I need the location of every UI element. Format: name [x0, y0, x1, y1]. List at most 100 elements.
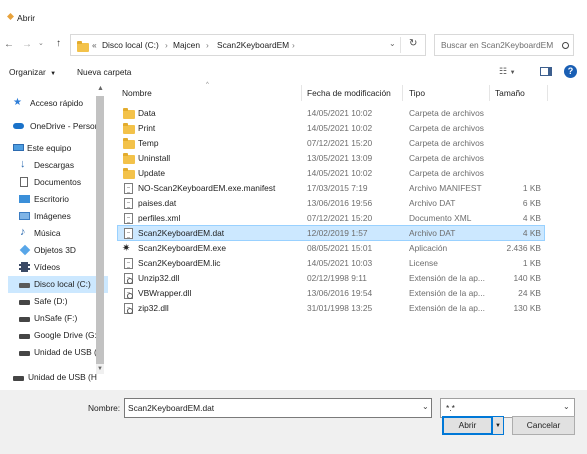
file-type: Carpeta de archivos: [409, 123, 484, 133]
sidebar-item-usb-drive[interactable]: Unidad de USB (: [8, 344, 108, 361]
chevron-right-icon[interactable]: ›: [206, 40, 209, 50]
organize-button[interactable]: Organizar ▼: [9, 67, 56, 77]
sidebar-item-videos[interactable]: Vídeos: [8, 259, 108, 276]
sidebar-item-pictures[interactable]: Imágenes: [8, 208, 108, 225]
file-type: Documento XML: [409, 213, 472, 223]
folder-icon: [77, 41, 89, 52]
search-icon: [562, 42, 569, 49]
new-folder-button[interactable]: Nueva carpeta: [77, 67, 131, 77]
file-date: 07/12/2021 15:20: [307, 138, 373, 148]
download-icon: ↓: [20, 158, 26, 170]
sidebar-scrollbar[interactable]: ▼: [96, 96, 104, 374]
file-row-scan2keyboardem-lic[interactable]: Scan2KeyboardEM.lic 14/05/2021 10:03 Lic…: [117, 256, 545, 271]
sidebar-item-quick-access[interactable]: ★ Acceso rápido: [8, 95, 108, 112]
file-row-scan2keyboardem-dat[interactable]: Scan2KeyboardEM.dat 12/02/2019 1:57 Arch…: [117, 225, 545, 241]
recent-dropdown-icon[interactable]: ⌄: [38, 39, 44, 47]
search-box[interactable]: Buscar en Scan2KeyboardEM: [434, 34, 574, 56]
breadcrumb-scan2keyboardem[interactable]: Scan2KeyboardEM: [217, 40, 289, 50]
sidebar-item-unsafe-f[interactable]: UnSafe (F:): [8, 310, 108, 327]
sidebar-item-usb-drive-h[interactable]: Unidad de USB (H: [8, 369, 108, 386]
open-button[interactable]: Abrir: [442, 416, 493, 435]
chevron-right-icon[interactable]: ›: [165, 40, 168, 50]
file-row-perfiles[interactable]: perfiles.xml 07/12/2021 15:20 Documento …: [117, 211, 545, 226]
column-header-size[interactable]: Tamaño: [495, 88, 525, 98]
file-type-filter[interactable]: *.* ⌄: [440, 398, 575, 418]
file-type: Carpeta de archivos: [409, 168, 484, 178]
column-header-type[interactable]: Tipo: [409, 88, 425, 98]
folder-icon: [123, 138, 135, 149]
address-bar[interactable]: « Disco local (C:) › Majcen › Scan2Keybo…: [70, 34, 426, 56]
file-name: Scan2KeyboardEM.lic: [138, 258, 221, 268]
file-row-zip32[interactable]: zip32.dll 31/01/1998 13:25 Extensión de …: [117, 301, 545, 316]
filename-input[interactable]: Scan2KeyboardEM.dat ⌄: [124, 398, 432, 418]
sidebar-item-desktop[interactable]: Escritorio: [8, 191, 108, 208]
view-options-icon[interactable]: ☷ ▼: [499, 66, 516, 77]
column-header-date[interactable]: Fecha de modificación: [307, 88, 391, 98]
chevron-right-icon[interactable]: ›: [292, 40, 295, 50]
address-divider: [400, 37, 401, 53]
column-header-name[interactable]: Nombre: [122, 88, 152, 98]
refresh-icon[interactable]: ↻: [409, 38, 417, 49]
sidebar-item-music[interactable]: ♪ Música: [8, 225, 108, 242]
dialog-footer: Nombre: Scan2KeyboardEM.dat ⌄ *.* ⌄ Abri…: [0, 390, 587, 454]
folder-icon: [123, 123, 135, 134]
file-icon: [124, 183, 133, 194]
file-row-unzip32[interactable]: Unzip32.dll 02/12/1998 9:11 Extensión de…: [117, 271, 545, 286]
chevron-down-icon: ⌄: [563, 402, 570, 411]
file-row-update[interactable]: Update 14/05/2021 10:02 Carpeta de archi…: [117, 166, 545, 181]
sidebar-item-downloads[interactable]: ↓ Descargas: [8, 157, 108, 174]
column-header-row: ^ Nombre Fecha de modificación Tipo Tama…: [110, 82, 550, 101]
sidebar-item-disco-local-c[interactable]: Disco local (C:): [8, 276, 108, 293]
open-dropdown-button[interactable]: ▼: [492, 416, 504, 435]
search-input[interactable]: Buscar en Scan2KeyboardEM: [441, 40, 553, 50]
sidebar-item-safe-d[interactable]: Safe (D:): [8, 293, 108, 310]
up-arrow-icon[interactable]: ↑: [56, 38, 61, 49]
sidebar-item-onedrive[interactable]: OneDrive - Persor: [8, 118, 108, 135]
file-row-data[interactable]: Data 14/05/2021 10:02 Carpeta de archivo…: [117, 106, 545, 121]
file-row-uninstall[interactable]: Uninstall 13/05/2021 13:09 Carpeta de ar…: [117, 151, 545, 166]
breadcrumb-overflow[interactable]: «: [92, 40, 97, 50]
file-size: 130 KB: [513, 303, 541, 313]
help-icon[interactable]: ?: [564, 65, 577, 78]
navigation-pane[interactable]: ▲ ★ Acceso rápido OneDrive - Persor Este…: [8, 83, 110, 387]
file-name: NO-Scan2KeyboardEM.exe.manifest: [138, 183, 276, 193]
chevron-down-icon[interactable]: ⌄: [422, 402, 429, 411]
column-divider: [301, 85, 302, 101]
drive-icon: [19, 334, 30, 339]
forward-arrow-icon[interactable]: →: [22, 39, 32, 50]
documents-icon: [20, 177, 28, 187]
file-row-print[interactable]: Print 14/05/2021 10:02 Carpeta de archiv…: [117, 121, 545, 136]
breadcrumb-majcen[interactable]: Majcen: [173, 40, 200, 50]
file-row-paises[interactable]: paises.dat 13/06/2016 19:56 Archivo DAT …: [117, 196, 545, 211]
file-name: VBWrapper.dll: [138, 288, 192, 298]
file-type: Carpeta de archivos: [409, 153, 484, 163]
nav-bar: ← → ⌄ ↑ « Disco local (C:) › Majcen › Sc…: [0, 34, 587, 56]
app-icon: ✷: [122, 243, 131, 254]
file-date: 14/05/2021 10:02: [307, 168, 373, 178]
sidebar-item-3d-objects[interactable]: Objetos 3D: [8, 242, 108, 259]
file-row-temp[interactable]: Temp 07/12/2021 15:20 Carpeta de archivo…: [117, 136, 545, 151]
scroll-down-arrow-icon[interactable]: ▼: [97, 366, 103, 372]
back-arrow-icon[interactable]: ←: [4, 39, 14, 50]
sidebar-item-this-pc[interactable]: Este equipo: [8, 140, 108, 157]
preview-pane-icon[interactable]: [540, 67, 552, 76]
cancel-button[interactable]: Cancelar: [512, 416, 575, 435]
breadcrumb-disco-local[interactable]: Disco local (C:): [102, 40, 159, 50]
sidebar-scrollbar-thumb[interactable]: [96, 96, 104, 364]
file-row-vbwrapper[interactable]: VBWrapper.dll 13/06/2016 19:54 Extensión…: [117, 286, 545, 301]
file-icon: [124, 258, 133, 269]
file-date: 14/05/2021 10:02: [307, 108, 373, 118]
sidebar-item-documents[interactable]: Documentos: [8, 174, 108, 191]
file-date: 12/02/2019 1:57: [307, 228, 368, 238]
sidebar-item-google-drive[interactable]: Google Drive (G:: [8, 327, 108, 344]
cloud-icon: [13, 123, 24, 129]
file-row-manifest[interactable]: NO-Scan2KeyboardEM.exe.manifest 17/03/20…: [117, 181, 545, 196]
file-row-scan2keyboardem-exe[interactable]: ✷ Scan2KeyboardEM.exe 08/05/2021 15:01 A…: [117, 241, 545, 256]
scroll-up-arrow-icon[interactable]: ▲: [97, 85, 104, 92]
file-name: Scan2KeyboardEM.exe: [138, 243, 226, 253]
cancel-label: Cancelar: [526, 420, 561, 430]
window-title: Abrir: [17, 13, 36, 23]
file-size: 2.436 KB: [506, 243, 541, 253]
file-size: 1 KB: [522, 258, 541, 268]
address-dropdown-icon[interactable]: ⌄: [389, 39, 396, 48]
